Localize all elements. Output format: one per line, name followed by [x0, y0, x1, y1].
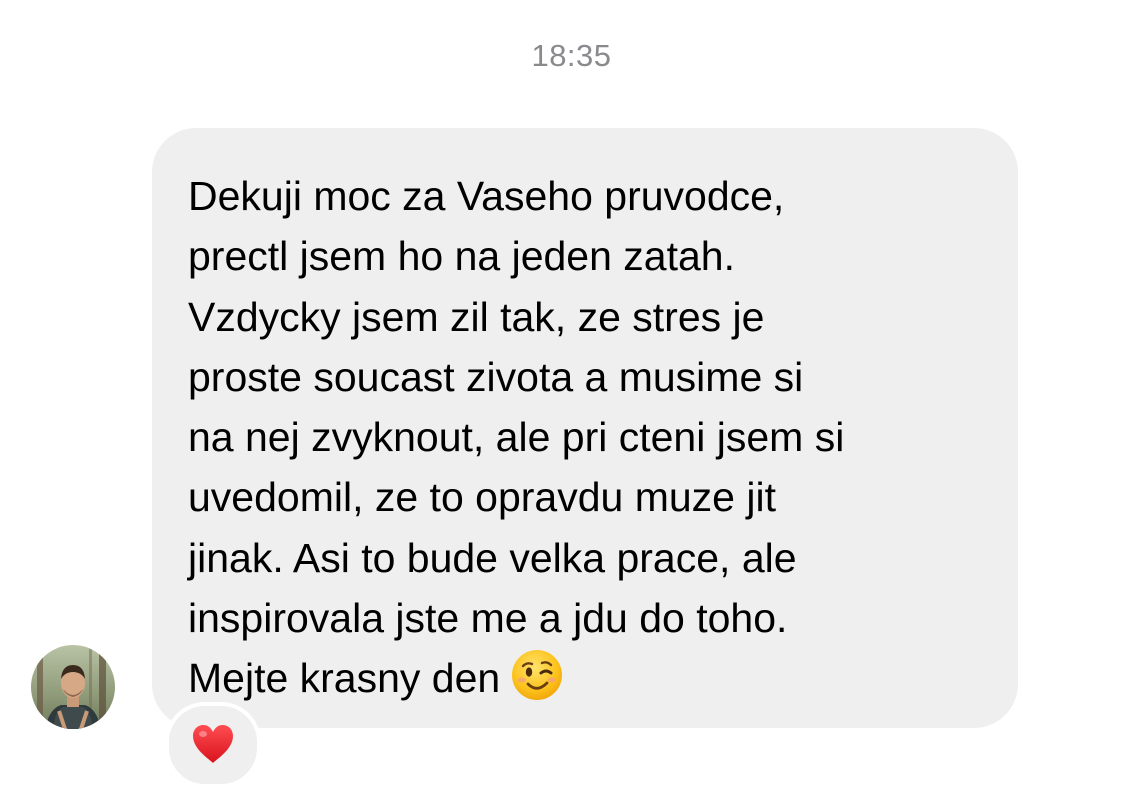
heart-reaction[interactable]: [165, 702, 261, 788]
profile-photo-icon: [31, 645, 115, 729]
message-line: prectl jsem ho na jeden zatah.: [188, 233, 735, 280]
message-line: proste soucast zivota a musime si: [188, 353, 804, 400]
incoming-message-bubble[interactable]: Dekuji moc za Vaseho pruvodce, prectl js…: [152, 128, 1018, 728]
message-line: na nej zvyknout, ale pri cteni jsem si: [188, 414, 845, 461]
message-line: Dekuji moc za Vaseho pruvodce,: [188, 173, 785, 219]
message-line-text: Mejte krasny den: [188, 655, 501, 702]
message-line: uvedomil, ze to opravdu muze jit: [188, 474, 776, 521]
message-line-last: Mejte krasny den: [188, 648, 988, 708]
sender-avatar[interactable]: [31, 645, 115, 729]
red-heart-icon: [193, 725, 233, 763]
message-timestamp: 18:35: [531, 38, 612, 73]
message-line: inspirovala jste me a jdu do toho.: [188, 595, 788, 642]
message-line: Vzdycky jsem zil tak, ze stres je: [188, 293, 765, 340]
winking-face-emoji-icon: [512, 650, 563, 701]
message-line: jinak. Asi to bude velka prace, ale: [188, 534, 797, 581]
